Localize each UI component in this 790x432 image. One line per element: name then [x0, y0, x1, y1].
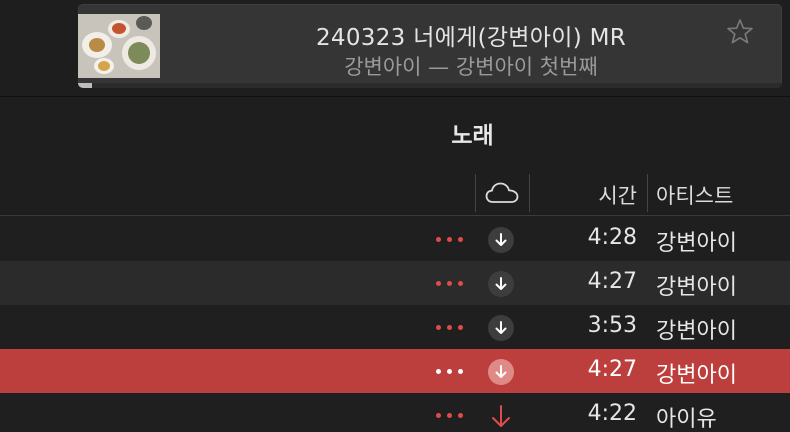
download-icon[interactable] [488, 227, 514, 253]
song-artist: 강변아이 [656, 363, 737, 388]
songs-heading: 노래 [451, 123, 494, 149]
column-separator[interactable] [475, 174, 476, 212]
song-duration: 4:28 [587, 225, 637, 250]
download-icon[interactable] [488, 315, 514, 341]
song-row[interactable]: 4:28 강변아이 [0, 217, 790, 261]
column-separator[interactable] [529, 174, 530, 212]
album-artwork[interactable] [78, 14, 160, 78]
playback-progress[interactable] [78, 83, 782, 88]
more-options-icon[interactable] [433, 281, 469, 287]
cloud-icon[interactable] [485, 182, 519, 204]
song-row[interactable]: 3:53 강변아이 [0, 305, 790, 349]
now-playing-display[interactable]: 240323 너에게(강변아이) MR 강변아이 — 강변아이 첫번째 [78, 4, 782, 88]
more-options-icon[interactable] [433, 325, 469, 331]
song-duration: 4:22 [587, 401, 637, 426]
downloading-arrow-icon[interactable] [488, 403, 514, 429]
song-row[interactable]: 4:22 아이유 [0, 393, 790, 432]
dot [458, 325, 463, 330]
song-row[interactable]: 4:27 강변아이 [0, 261, 790, 305]
download-icon[interactable] [488, 271, 514, 297]
table-header: 시간 아티스트 [0, 172, 790, 216]
song-artist: 아이유 [656, 407, 717, 432]
dot [447, 325, 452, 330]
dot [458, 369, 463, 374]
song-duration: 4:27 [587, 269, 637, 294]
dot [436, 237, 441, 242]
dot [436, 369, 441, 374]
column-header-time[interactable]: 시간 [598, 180, 637, 210]
dot [436, 281, 441, 286]
star-icon[interactable] [726, 18, 754, 46]
song-duration: 4:27 [587, 357, 637, 382]
column-separator[interactable] [647, 174, 648, 212]
toolbar: 240323 너에게(강변아이) MR 강변아이 — 강변아이 첫번째 [0, 0, 790, 97]
dot [447, 237, 452, 242]
progress-fill [78, 83, 93, 88]
dot [436, 325, 441, 330]
song-row[interactable]: 4:27 강변아이 [0, 349, 790, 393]
song-artist: 강변아이 [656, 275, 737, 300]
more-options-icon[interactable] [433, 237, 469, 243]
dot [458, 281, 463, 286]
dot [447, 413, 452, 418]
download-icon[interactable] [488, 359, 514, 385]
dot [447, 281, 452, 286]
track-title: 240323 너에게(강변아이) MR [315, 25, 626, 51]
song-artist: 강변아이 [656, 231, 737, 256]
music-window: 240323 너에게(강변아이) MR 강변아이 — 강변아이 첫번째 노래 시… [0, 0, 790, 432]
dot [458, 413, 463, 418]
track-artist-album: 강변아이 — 강변아이 첫번째 [344, 55, 598, 79]
more-options-icon[interactable] [433, 413, 469, 419]
dot [447, 369, 452, 374]
column-header-artist[interactable]: 아티스트 [656, 180, 733, 210]
song-artist: 강변아이 [656, 319, 737, 344]
dot [436, 413, 441, 418]
song-duration: 3:53 [587, 313, 637, 338]
more-options-icon[interactable] [433, 369, 469, 375]
dot [458, 237, 463, 242]
